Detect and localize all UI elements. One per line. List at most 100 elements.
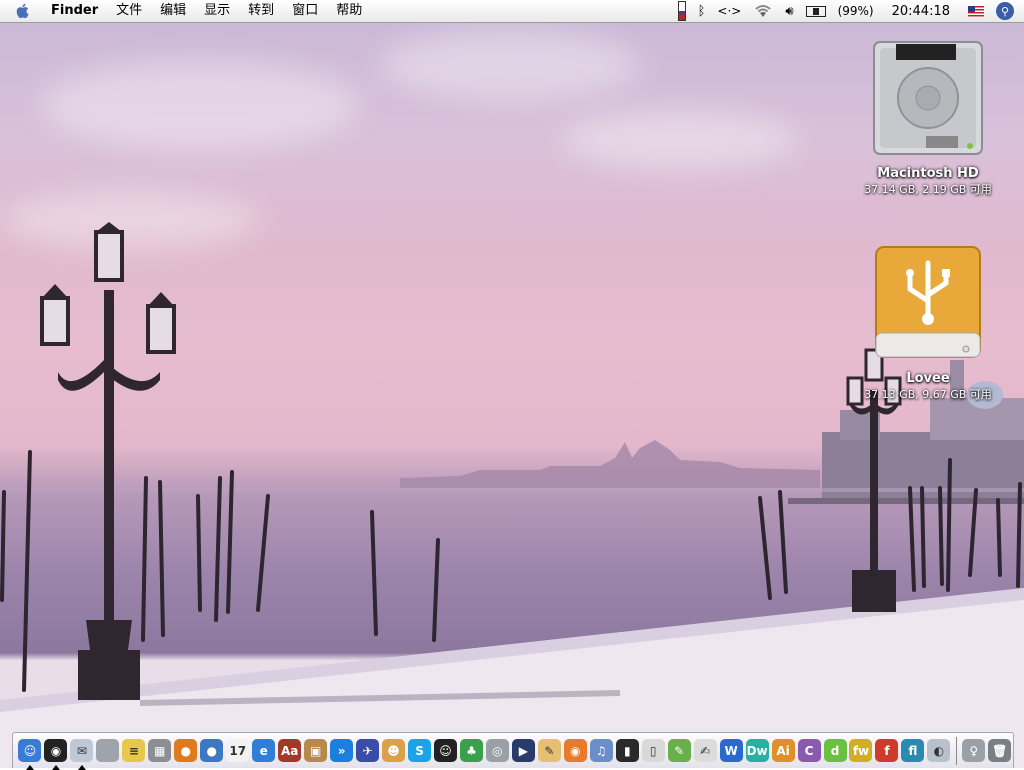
dock-item-itunes[interactable]: ♫ (589, 737, 613, 765)
dock-item-terminal[interactable]: ▮ (615, 737, 639, 765)
dreamweaver-icon: Dw (745, 739, 769, 762)
wifi-icon[interactable] (747, 0, 779, 22)
input-indicator-icon[interactable] (672, 0, 692, 22)
calculator-icon: ▦ (148, 739, 172, 762)
dock-item-pencil[interactable]: ✎ (667, 737, 691, 765)
dock-item-notes[interactable]: ≡ (122, 737, 146, 765)
mail-icon: ✉ (70, 739, 94, 762)
dock-item-qq[interactable]: ☺ (433, 737, 458, 765)
pencil-icon: ✎ (667, 739, 691, 762)
dock-item-word[interactable]: W (719, 737, 743, 765)
apple-icon (16, 3, 29, 19)
qq-icon: ☺ (433, 739, 457, 762)
dock-item-flash-player[interactable]: fl (901, 737, 925, 765)
disk-name: Macintosh HD (877, 166, 979, 181)
dock-item-lamp-app[interactable]: ♀ (962, 737, 986, 765)
dock-item-print-app[interactable]: ✎ (537, 737, 561, 765)
menu-file[interactable]: 文件 (107, 0, 151, 22)
bluetooth-icon[interactable]: ᛒ (692, 0, 712, 22)
battery-percent[interactable]: (99%) (832, 0, 880, 22)
dock-item-trash[interactable]: 🗑 (988, 737, 1012, 765)
notes-icon: ≡ (122, 739, 146, 762)
menu-bar: Finder 文件 编辑 显示 转到 窗口 帮助 ᛒ <·> 🔊︎ (99%) … (0, 0, 1024, 23)
dock-item-ipod[interactable]: ▯ (641, 737, 665, 765)
disk-info: 37.14 GB, 2.19 GB 可用 (864, 183, 992, 196)
menu-window[interactable]: 窗口 (283, 0, 327, 22)
volume-icon[interactable]: 🔊︎ (779, 0, 799, 22)
battery-icon[interactable] (800, 0, 832, 22)
installer-icon: ▣ (304, 739, 328, 762)
dashboard-icon: ◉ (44, 739, 68, 762)
dock-item-disk-utility[interactable]: ◎ (485, 737, 509, 765)
dock-item-textedit[interactable]: ✍ (693, 737, 717, 765)
dock-item-fireworks[interactable]: fw (849, 737, 873, 765)
dock-item-dreamweaver-8[interactable]: d (823, 737, 847, 765)
dock-item-dashboard[interactable]: ◉ (44, 737, 68, 770)
finder-icon: ☺ (18, 739, 42, 762)
dock-item-dreamweaver[interactable]: Dw (745, 737, 769, 765)
dock-item-contribute[interactable]: C (797, 737, 821, 765)
dock-item-browser-eye[interactable]: ◐ (927, 737, 951, 765)
menu-edit[interactable]: 编辑 (151, 0, 195, 22)
adium-icon: ☻ (382, 739, 406, 762)
lovee-usb-icon[interactable]: Lovee 37.13 GB, 9.67 GB 可用 (843, 245, 1013, 402)
dock-item-firefox[interactable]: ● (174, 737, 198, 765)
spotlight-icon[interactable]: ⚲ (990, 0, 1024, 22)
dock-item-quicktime-forward[interactable]: » (330, 737, 354, 765)
dictionary-icon: Aa (278, 739, 302, 762)
sync-arrows-icon[interactable]: <·> (711, 0, 747, 22)
disk-name: Lovee (906, 371, 950, 386)
us-flag-icon[interactable] (962, 0, 990, 22)
quicktime-forward-icon: » (330, 739, 354, 762)
dock-separator (955, 736, 957, 765)
menu-go[interactable]: 转到 (239, 0, 283, 22)
menu-help[interactable]: 帮助 (327, 0, 371, 22)
ical-icon: 17 (226, 739, 250, 762)
running-indicator (26, 764, 34, 770)
disk-info: 37.13 GB, 9.67 GB 可用 (864, 388, 992, 401)
msn-icon: ♣ (459, 739, 483, 762)
disk-utility-icon: ◎ (485, 739, 509, 762)
dock-item-flash[interactable]: f (875, 737, 899, 765)
menu-view[interactable]: 显示 (195, 0, 239, 22)
dock-item-finder[interactable]: ☺ (18, 737, 42, 770)
dock-item-dictionary[interactable]: Aa (278, 737, 302, 765)
browser-eye-icon: ◐ (927, 739, 951, 762)
macintosh-hd-icon[interactable]: Macintosh HD 37.14 GB, 2.19 GB 可用 (843, 38, 1013, 197)
firefox-icon: ● (174, 739, 198, 762)
flash-icon: f (875, 739, 899, 762)
apple-menu[interactable] (0, 0, 42, 22)
dock-item-system-prefs[interactable] (96, 737, 120, 765)
dock-item-calculator[interactable]: ▦ (148, 737, 172, 765)
terminal-icon: ▮ (615, 739, 639, 762)
menu-app-finder[interactable]: Finder (42, 0, 107, 22)
running-indicator (51, 764, 60, 770)
hard-drive-icon (873, 41, 983, 155)
dock-item-bird-app[interactable]: ✈ (356, 737, 380, 765)
status-menus: ᛒ <·> 🔊︎ (99%) 20:44:18 ⚲ (672, 0, 1024, 22)
print-app-icon: ✎ (537, 739, 561, 762)
dock-item-mail[interactable]: ✉ (70, 737, 94, 770)
textedit-icon: ✍ (693, 739, 717, 762)
imovie-icon: ▶ (511, 739, 535, 762)
clock[interactable]: 20:44:18 (880, 0, 962, 22)
dock-item-burn[interactable]: ◉ (563, 737, 587, 765)
dock-item-ical[interactable]: 17 (226, 737, 250, 765)
dock-item-installer[interactable]: ▣ (304, 737, 328, 765)
flash-player-icon: fl (901, 739, 925, 762)
ipod-icon: ▯ (641, 739, 665, 762)
skype-icon: S (408, 739, 432, 762)
dock-item-illustrator[interactable]: Ai (771, 737, 795, 765)
trash-icon: 🗑 (988, 739, 1012, 762)
system-prefs-icon (96, 739, 120, 762)
bird-app-icon: ✈ (356, 739, 380, 762)
ie-icon: e (252, 739, 276, 762)
dock-item-adium[interactable]: ☻ (382, 737, 406, 765)
usb-drive-icon (875, 246, 981, 358)
dock-item-thunderbird[interactable]: ● (200, 737, 224, 765)
dock-item-ie[interactable]: e (252, 737, 276, 765)
dock-item-imovie[interactable]: ▶ (511, 737, 535, 765)
dock-item-skype[interactable]: S (408, 737, 432, 765)
dock-item-msn[interactable]: ♣ (459, 737, 483, 765)
lamp-app-icon: ♀ (962, 739, 986, 762)
